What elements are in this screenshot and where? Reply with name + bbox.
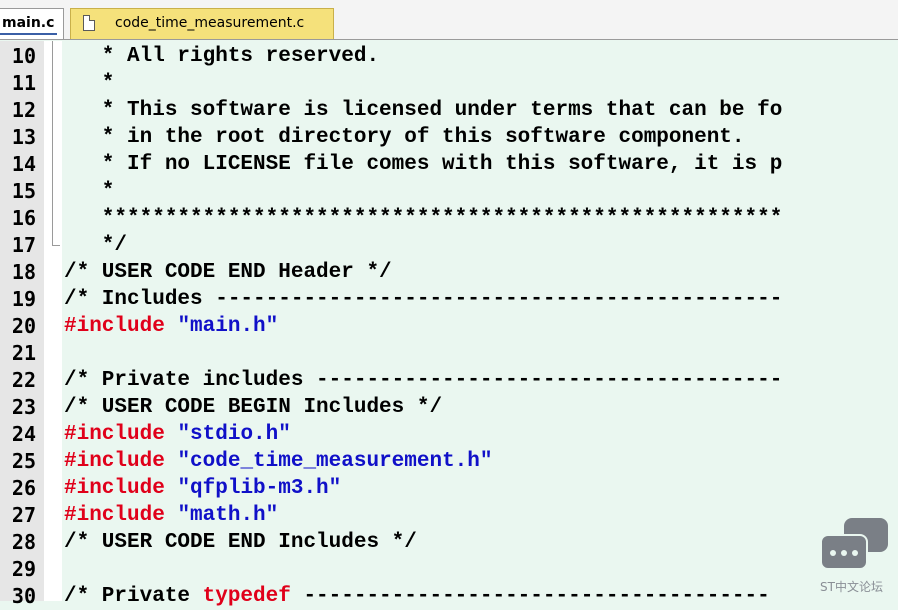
line-text: * All rights reserved. bbox=[64, 43, 379, 70]
code-line: 12 * This software is licensed under ter… bbox=[0, 97, 898, 124]
code-line: 26 #include "qfplib-m3.h" bbox=[0, 475, 898, 502]
keyword-token: #include bbox=[64, 504, 165, 527]
line-number: 28 bbox=[11, 530, 36, 554]
text-token: ------------------------------------- bbox=[290, 585, 770, 608]
string-token: "code_time_measurement.h" bbox=[177, 450, 493, 473]
line-text: #include "math.h" bbox=[64, 502, 278, 529]
code-line: 27 #include "math.h" bbox=[0, 502, 898, 529]
text-token: * in the root directory of this software… bbox=[64, 126, 745, 149]
line-number: 30 bbox=[11, 584, 36, 608]
line-text: /* Includes ----------------------------… bbox=[64, 286, 782, 313]
keyword-token: #include bbox=[64, 423, 165, 446]
line-number: 15 bbox=[11, 179, 36, 203]
line-number: 22 bbox=[11, 368, 36, 392]
code-line: 11 * bbox=[0, 70, 898, 97]
line-number: 14 bbox=[11, 152, 36, 176]
code-line: 10 * All rights reserved. bbox=[0, 43, 898, 70]
line-text: */ bbox=[64, 232, 127, 259]
line-number: 26 bbox=[11, 476, 36, 500]
line-number: 13 bbox=[11, 125, 36, 149]
line-text: * bbox=[64, 70, 115, 97]
tab-code-time-measurement-c[interactable]: code_time_measurement.c bbox=[70, 8, 334, 39]
line-text: /* Private typedef ---------------------… bbox=[64, 583, 770, 610]
line-text: * bbox=[64, 178, 115, 205]
line-text: /* USER CODE END Header */ bbox=[64, 259, 392, 286]
line-text: #include "qfplib-m3.h" bbox=[64, 475, 341, 502]
text-token: /* USER CODE BEGIN Includes */ bbox=[64, 396, 443, 419]
line-text: ****************************************… bbox=[64, 205, 783, 232]
text-token: * This software is licensed under terms … bbox=[64, 99, 783, 122]
line-number: 19 bbox=[11, 287, 36, 311]
keyword-token: #include bbox=[64, 315, 165, 338]
code-line: 30 /* Private typedef -------------------… bbox=[0, 583, 898, 610]
text-token: * bbox=[64, 180, 115, 203]
keyword-token: #include bbox=[64, 450, 165, 473]
line-number: 10 bbox=[11, 44, 36, 68]
string-token: "qfplib-m3.h" bbox=[177, 477, 342, 500]
keyword-token: #include bbox=[64, 477, 165, 500]
code-line: 19 /* Includes --------------------------… bbox=[0, 286, 898, 313]
text-token: ****************************************… bbox=[64, 207, 783, 230]
code-line: 22 /* Private includes ------------------… bbox=[0, 367, 898, 394]
line-number: 23 bbox=[11, 395, 36, 419]
line-number: 11 bbox=[11, 71, 36, 95]
tab-bar: main.c code_time_measurement.c bbox=[0, 0, 898, 40]
code-line: 20 #include "main.h" bbox=[0, 313, 898, 340]
line-number: 29 bbox=[11, 557, 36, 581]
file-icon bbox=[83, 15, 95, 31]
text-token: /* Private bbox=[64, 585, 203, 608]
keyword-token: typedef bbox=[202, 585, 291, 608]
tab-label: code_time_measurement.c bbox=[115, 15, 305, 31]
code-line: 29 bbox=[0, 556, 898, 583]
code-line: 24 #include "stdio.h" bbox=[0, 421, 898, 448]
line-text: /* USER CODE BEGIN Includes */ bbox=[64, 394, 442, 421]
line-text: #include "stdio.h" bbox=[64, 421, 291, 448]
code-line: 17 */ bbox=[0, 232, 898, 259]
line-number: 20 bbox=[11, 314, 36, 338]
watermark: ST中文论坛 bbox=[812, 516, 896, 598]
line-number: 12 bbox=[11, 98, 36, 122]
line-number: 27 bbox=[11, 503, 36, 527]
line-text: /* USER CODE END Includes */ bbox=[64, 529, 417, 556]
line-text: * If no LICENSE file comes with this sof… bbox=[64, 151, 783, 178]
code-line: 15 * bbox=[0, 178, 898, 205]
code-line: 23 /* USER CODE BEGIN Includes */ bbox=[0, 394, 898, 421]
line-number: 24 bbox=[11, 422, 36, 446]
line-number: 21 bbox=[11, 341, 36, 365]
code-line: 25 #include "code_time_measurement.h" bbox=[0, 448, 898, 475]
code-line: 28 /* USER CODE END Includes */ bbox=[0, 529, 898, 556]
watermark-text: ST中文论坛 bbox=[820, 580, 883, 594]
text-token: * bbox=[64, 72, 115, 95]
code-line: 13 * in the root directory of this softw… bbox=[0, 124, 898, 151]
code-editor[interactable]: 10 * All rights reserved. 11 * 12 * This s… bbox=[0, 41, 898, 608]
code-line: 14 * If no LICENSE file comes with this … bbox=[0, 151, 898, 178]
line-text: /* Private includes --------------------… bbox=[64, 367, 782, 394]
code-line: 16 *************************************… bbox=[0, 205, 898, 232]
text-token: * All rights reserved. bbox=[64, 45, 380, 68]
line-number: 25 bbox=[11, 449, 36, 473]
line-number: 17 bbox=[11, 233, 36, 257]
tab-label: main.c bbox=[2, 15, 55, 31]
line-number: 16 bbox=[11, 206, 36, 230]
text-token: * If no LICENSE file comes with this sof… bbox=[64, 153, 783, 176]
tab-main-c[interactable]: main.c bbox=[0, 8, 64, 39]
line-number: 18 bbox=[11, 260, 36, 284]
text-token: /* USER CODE END Includes */ bbox=[64, 531, 417, 554]
text-token: /* Private includes --------------------… bbox=[64, 369, 783, 392]
active-tab-underline bbox=[0, 33, 57, 35]
line-text: * This software is licensed under terms … bbox=[64, 97, 783, 124]
string-token: "math.h" bbox=[177, 504, 279, 527]
code-line: 18 /* USER CODE END Header */ bbox=[0, 259, 898, 286]
text-token: */ bbox=[64, 234, 128, 257]
text-token: /* USER CODE END Header */ bbox=[64, 261, 392, 284]
line-text: * in the root directory of this software… bbox=[64, 124, 745, 151]
line-text: #include "code_time_measurement.h" bbox=[64, 448, 493, 475]
line-text: #include "main.h" bbox=[64, 313, 278, 340]
chat-bubbles-icon bbox=[820, 534, 868, 570]
text-token: /* Includes ----------------------------… bbox=[64, 288, 783, 311]
string-token: "main.h" bbox=[177, 315, 279, 338]
code-line: 21 bbox=[0, 340, 898, 367]
string-token: "stdio.h" bbox=[177, 423, 291, 446]
